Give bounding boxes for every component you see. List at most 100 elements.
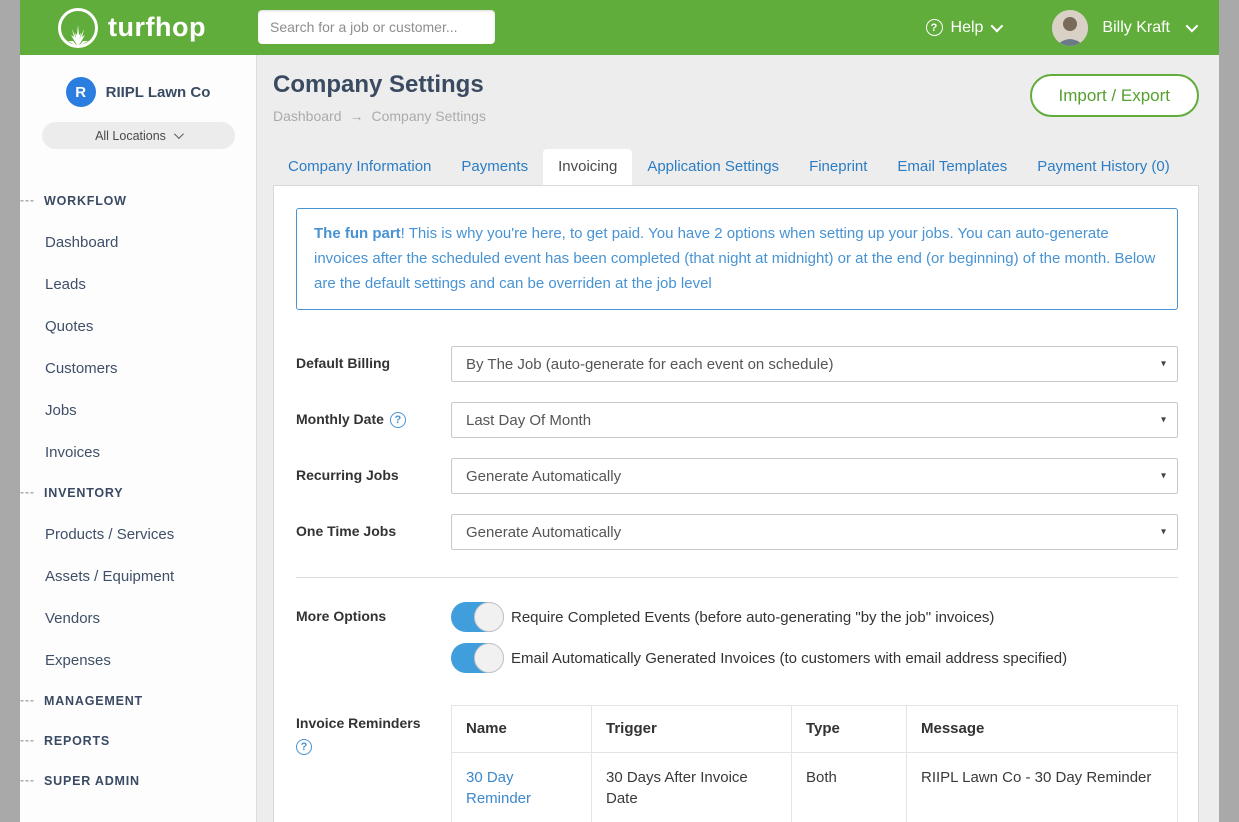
column-header-trigger: Trigger xyxy=(592,706,792,753)
sidebar-section-management[interactable]: --- MANAGEMENT xyxy=(20,681,256,721)
invoice-reminders-label-text: Invoice Reminders xyxy=(296,715,421,731)
default-billing-select[interactable]: By The Job (auto-generate for each event… xyxy=(451,346,1178,382)
desktop-background-left xyxy=(0,0,20,822)
invoice-reminders-table: Name Trigger Type Message 30 Day Reminde… xyxy=(451,705,1178,822)
section-dashes-icon: --- xyxy=(20,193,35,207)
select-caret-icon: ▾ xyxy=(1161,415,1166,426)
tab-company-information[interactable]: Company Information xyxy=(273,149,446,185)
breadcrumb-arrow-icon: → xyxy=(350,108,364,124)
help-question-icon: ? xyxy=(926,19,943,36)
monthly-date-label-text: Monthly Date xyxy=(296,411,384,427)
sidebar-item-assets-equipment[interactable]: Assets / Equipment xyxy=(20,555,256,597)
sidebar-section-workflow[interactable]: --- WORKFLOW xyxy=(20,181,256,221)
sidebar-item-dashboard[interactable]: Dashboard xyxy=(20,221,256,263)
recurring-jobs-row: Recurring Jobs Generate Automatically ▾ xyxy=(296,458,1178,494)
section-dashes-icon: --- xyxy=(20,485,35,499)
sidebar-item-vendors[interactable]: Vendors xyxy=(20,597,256,639)
reminder-message: RIIPL Lawn Co - 30 Day Reminder xyxy=(907,753,1178,822)
require-completed-events-row: Require Completed Events (before auto-ge… xyxy=(451,602,1067,632)
sidebar-section-reports[interactable]: --- REPORTS xyxy=(20,721,256,761)
sidebar-section-inventory[interactable]: --- INVENTORY xyxy=(20,473,256,513)
company-switcher[interactable]: R RIIPL Lawn Co xyxy=(20,77,256,107)
sidebar-section-super-admin[interactable]: --- SUPER ADMIN xyxy=(20,761,256,801)
sidebar-item-leads[interactable]: Leads xyxy=(20,263,256,305)
sidebar-item-invoices[interactable]: Invoices xyxy=(20,431,256,473)
email-generated-invoices-toggle[interactable] xyxy=(451,643,504,673)
company-badge-icon: R xyxy=(66,77,96,107)
select-caret-icon: ▾ xyxy=(1161,359,1166,370)
location-selector[interactable]: All Locations xyxy=(42,122,235,149)
monthly-date-select[interactable]: Last Day Of Month ▾ xyxy=(451,402,1178,438)
settings-tabs: Company Information Payments Invoicing A… xyxy=(273,149,1199,185)
sidebar-item-quotes[interactable]: Quotes xyxy=(20,305,256,347)
desktop-background-right xyxy=(1219,0,1239,822)
recurring-jobs-label: Recurring Jobs xyxy=(296,458,451,494)
company-name: RIIPL Lawn Co xyxy=(106,84,211,101)
default-billing-row: Default Billing By The Job (auto-generat… xyxy=(296,346,1178,382)
breadcrumb-company-settings: Company Settings xyxy=(372,108,486,124)
column-header-name: Name xyxy=(452,706,592,753)
tab-email-templates[interactable]: Email Templates xyxy=(882,149,1022,185)
sidebar-item-expenses[interactable]: Expenses xyxy=(20,639,256,681)
one-time-jobs-select[interactable]: Generate Automatically ▾ xyxy=(451,514,1178,550)
monthly-date-value: Last Day Of Month xyxy=(466,412,591,429)
breadcrumb-dashboard[interactable]: Dashboard xyxy=(273,108,342,124)
monthly-date-help-icon[interactable]: ? xyxy=(390,412,406,428)
more-options-toggles: Require Completed Events (before auto-ge… xyxy=(451,602,1067,673)
brand-logo[interactable]: turfhop xyxy=(58,0,206,55)
reminder-name-link[interactable]: 30 Day Reminder xyxy=(452,753,592,822)
one-time-jobs-label: One Time Jobs xyxy=(296,514,451,550)
tab-invoicing[interactable]: Invoicing xyxy=(543,149,632,185)
table-header-row: Name Trigger Type Message xyxy=(452,706,1178,753)
chevron-down-icon xyxy=(174,129,184,139)
invoice-reminders-section: Invoice Reminders ? Name Trigger Type Me… xyxy=(296,705,1178,822)
section-dashes-icon: --- xyxy=(20,693,35,707)
section-label: SUPER ADMIN xyxy=(44,774,140,788)
search-input[interactable] xyxy=(258,10,495,44)
intro-text: ! This is why you're here, to get paid. … xyxy=(314,225,1155,292)
tab-application-settings[interactable]: Application Settings xyxy=(632,149,794,185)
brand-name: turfhop xyxy=(108,12,206,43)
more-options-label: More Options xyxy=(296,602,451,673)
monthly-date-row: Monthly Date ? Last Day Of Month ▾ xyxy=(296,402,1178,438)
toggle-knob xyxy=(474,643,504,673)
one-time-jobs-row: One Time Jobs Generate Automatically ▾ xyxy=(296,514,1178,550)
default-billing-value: By The Job (auto-generate for each event… xyxy=(466,356,833,373)
require-completed-events-toggle[interactable] xyxy=(451,602,504,632)
header-right-group: ? Help Billy Kraft xyxy=(926,0,1195,55)
avatar[interactable] xyxy=(1052,10,1088,46)
sidebar-item-customers[interactable]: Customers xyxy=(20,347,256,389)
section-label: REPORTS xyxy=(44,734,110,748)
user-name[interactable]: Billy Kraft xyxy=(1102,19,1170,37)
section-dashes-icon: --- xyxy=(20,773,35,787)
turfhop-grass-icon xyxy=(58,8,98,48)
email-generated-invoices-label: Email Automatically Generated Invoices (… xyxy=(511,650,1067,667)
invoice-reminders-help-icon[interactable]: ? xyxy=(296,739,312,755)
tab-payment-history[interactable]: Payment History (0) xyxy=(1022,149,1185,185)
recurring-jobs-select[interactable]: Generate Automatically ▾ xyxy=(451,458,1178,494)
chevron-down-icon[interactable] xyxy=(1186,20,1199,33)
section-label: WORKFLOW xyxy=(44,194,127,208)
main-content: Company Settings Dashboard → Company Set… xyxy=(257,55,1219,822)
intro-info-box: The fun part! This is why you're here, t… xyxy=(296,208,1178,310)
require-completed-events-label: Require Completed Events (before auto-ge… xyxy=(511,609,994,626)
table-row: 30 Day Reminder 30 Days After Invoice Da… xyxy=(452,753,1178,822)
tab-fineprint[interactable]: Fineprint xyxy=(794,149,882,185)
tab-payments[interactable]: Payments xyxy=(446,149,543,185)
section-label: MANAGEMENT xyxy=(44,694,143,708)
top-navbar: turfhop ? Help Billy Kraft xyxy=(20,0,1219,55)
section-divider xyxy=(296,577,1178,578)
section-label: INVENTORY xyxy=(44,486,123,500)
invoice-reminders-label: Invoice Reminders ? xyxy=(296,705,451,822)
sidebar-item-jobs[interactable]: Jobs xyxy=(20,389,256,431)
app-window: turfhop ? Help Billy Kraft R xyxy=(20,0,1219,822)
section-dashes-icon: --- xyxy=(20,733,35,747)
help-menu[interactable]: ? Help xyxy=(926,19,1001,37)
help-label: Help xyxy=(951,19,984,37)
default-billing-label: Default Billing xyxy=(296,346,451,382)
import-export-button[interactable]: Import / Export xyxy=(1030,74,1199,117)
sidebar-item-products-services[interactable]: Products / Services xyxy=(20,513,256,555)
chevron-down-icon xyxy=(991,20,1004,33)
select-caret-icon: ▾ xyxy=(1161,527,1166,538)
location-selector-label: All Locations xyxy=(95,129,166,143)
